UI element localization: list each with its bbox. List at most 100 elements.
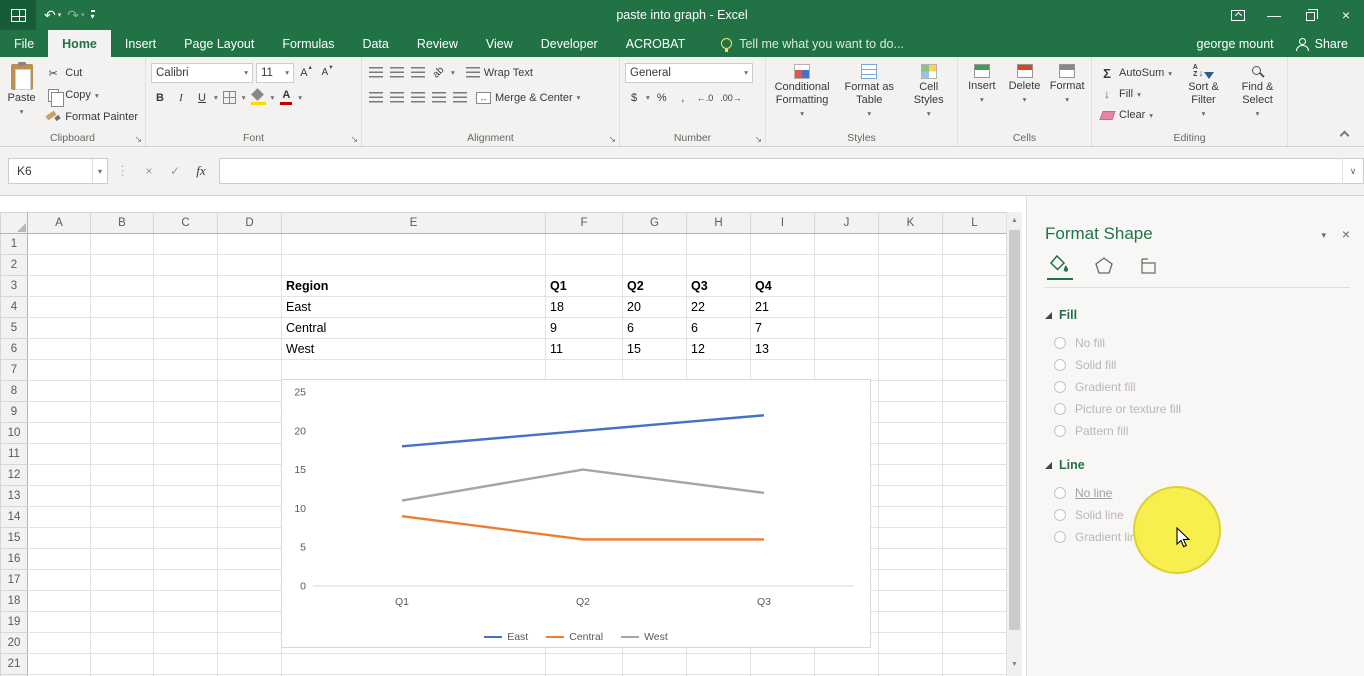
option-solid-fill[interactable]: Solid fill <box>1045 354 1350 376</box>
cell-K19[interactable] <box>879 612 943 633</box>
row-header-21[interactable]: 21 <box>1 654 28 675</box>
cell-K9[interactable] <box>879 402 943 423</box>
cell-B11[interactable] <box>91 444 154 465</box>
cell-F21[interactable] <box>546 654 623 675</box>
find-select-button[interactable]: Find & Select ▾ <box>1233 61 1282 130</box>
cell-B20[interactable] <box>91 633 154 654</box>
clear-button[interactable]: Clear▾ <box>1097 105 1174 125</box>
column-header-F[interactable]: F <box>546 213 623 234</box>
cell-A13[interactable] <box>28 486 91 507</box>
section-header-line[interactable]: Line <box>1045 458 1350 472</box>
row-header-15[interactable]: 15 <box>1 528 28 549</box>
delete-button[interactable]: Delete ▾ <box>1006 61 1044 130</box>
cell-L6[interactable] <box>943 339 1007 360</box>
cell-G4[interactable]: 20 <box>623 297 687 318</box>
cell-B19[interactable] <box>91 612 154 633</box>
cell-C7[interactable] <box>154 360 218 381</box>
align-left-button[interactable] <box>367 88 385 108</box>
cell-E7[interactable] <box>282 360 546 381</box>
cell-K4[interactable] <box>879 297 943 318</box>
cell-I4[interactable]: 21 <box>751 297 815 318</box>
cell-B4[interactable] <box>91 297 154 318</box>
cell-A6[interactable] <box>28 339 91 360</box>
share-button[interactable]: Share <box>1296 37 1348 51</box>
cell-B1[interactable] <box>91 234 154 255</box>
cell-D12[interactable] <box>218 465 282 486</box>
cell-L1[interactable] <box>943 234 1007 255</box>
number-format-select[interactable]: General▾ <box>625 63 753 83</box>
cell-C13[interactable] <box>154 486 218 507</box>
cell-B21[interactable] <box>91 654 154 675</box>
cell-C20[interactable] <box>154 633 218 654</box>
cell-D4[interactable] <box>218 297 282 318</box>
tab-developer[interactable]: Developer <box>527 30 612 57</box>
tab-formulas[interactable]: Formulas <box>268 30 348 57</box>
cell-J1[interactable] <box>815 234 879 255</box>
cell-L16[interactable] <box>943 549 1007 570</box>
collapse-ribbon-icon[interactable] <box>1340 131 1350 141</box>
font-color-button[interactable]: A <box>277 88 295 108</box>
effects-tab[interactable] <box>1091 254 1117 280</box>
cell-A11[interactable] <box>28 444 91 465</box>
cell-D15[interactable] <box>218 528 282 549</box>
tab-data[interactable]: Data <box>348 30 402 57</box>
column-header-E[interactable]: E <box>282 213 546 234</box>
cell-A19[interactable] <box>28 612 91 633</box>
cell-D2[interactable] <box>218 255 282 276</box>
cell-G7[interactable] <box>623 360 687 381</box>
row-header-17[interactable]: 17 <box>1 570 28 591</box>
cell-L12[interactable] <box>943 465 1007 486</box>
customize-qat-button[interactable]: ▾ <box>91 10 95 21</box>
dialog-launcher-icon[interactable]: ↘ <box>134 135 142 144</box>
cell-E6[interactable]: West <box>282 339 546 360</box>
row-header-1[interactable]: 1 <box>1 234 28 255</box>
cell-G2[interactable] <box>623 255 687 276</box>
cancel-icon[interactable]: × <box>137 158 161 184</box>
cell-F3[interactable]: Q1 <box>546 276 623 297</box>
row-header-3[interactable]: 3 <box>1 276 28 297</box>
format-as-table-button[interactable]: Format as Table ▾ <box>838 61 900 130</box>
cell-K14[interactable] <box>879 507 943 528</box>
cell-I2[interactable] <box>751 255 815 276</box>
cell-G3[interactable]: Q2 <box>623 276 687 297</box>
cell-E3[interactable]: Region <box>282 276 546 297</box>
cell-K16[interactable] <box>879 549 943 570</box>
embedded-line-chart[interactable]: 0510152025Q1Q2Q3 EastCentralWest <box>281 379 871 648</box>
cell-C16[interactable] <box>154 549 218 570</box>
cell-A14[interactable] <box>28 507 91 528</box>
cell-L18[interactable] <box>943 591 1007 612</box>
cell-E21[interactable] <box>282 654 546 675</box>
row-header-14[interactable]: 14 <box>1 507 28 528</box>
sort-filter-button[interactable]: AZ↓ Sort & Filter ▾ <box>1179 61 1228 130</box>
cell-D9[interactable] <box>218 402 282 423</box>
enter-check-icon[interactable]: ✓ <box>163 158 187 184</box>
undo-button[interactable]: ↶▾ <box>44 7 61 24</box>
cut-button[interactable]: ✂Cut <box>43 63 140 83</box>
tab-insert[interactable]: Insert <box>111 30 170 57</box>
cell-D6[interactable] <box>218 339 282 360</box>
cell-C8[interactable] <box>154 381 218 402</box>
column-header-C[interactable]: C <box>154 213 218 234</box>
cell-A7[interactable] <box>28 360 91 381</box>
scroll-down-arrow-icon[interactable]: ▼ <box>1007 656 1022 672</box>
column-header-K[interactable]: K <box>879 213 943 234</box>
cell-E1[interactable] <box>282 234 546 255</box>
dialog-launcher-icon[interactable]: ↘ <box>754 135 762 144</box>
cell-J2[interactable] <box>815 255 879 276</box>
tab-file[interactable]: File <box>0 30 48 57</box>
cell-K3[interactable] <box>879 276 943 297</box>
cell-A16[interactable] <box>28 549 91 570</box>
row-header-4[interactable]: 4 <box>1 297 28 318</box>
cell-B3[interactable] <box>91 276 154 297</box>
percent-style-button[interactable]: % <box>653 88 671 108</box>
cell-C21[interactable] <box>154 654 218 675</box>
restore-button[interactable] <box>1292 0 1328 30</box>
cell-B17[interactable] <box>91 570 154 591</box>
cell-J6[interactable] <box>815 339 879 360</box>
cell-L11[interactable] <box>943 444 1007 465</box>
cell-D7[interactable] <box>218 360 282 381</box>
cell-K18[interactable] <box>879 591 943 612</box>
row-header-2[interactable]: 2 <box>1 255 28 276</box>
cell-L17[interactable] <box>943 570 1007 591</box>
cell-L8[interactable] <box>943 381 1007 402</box>
